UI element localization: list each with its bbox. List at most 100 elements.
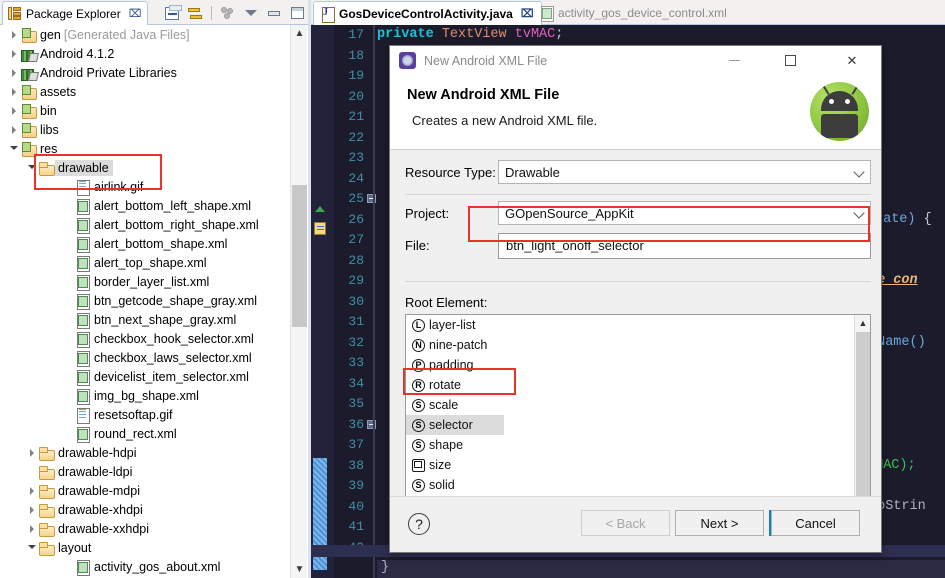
tab-activity-gos-device-control-xml[interactable]: activity_gos_device_control.xml <box>533 1 734 25</box>
tree-item-checkbox-laws-selector-xml[interactable]: checkbox_laws_selector.xml <box>0 348 294 367</box>
new-android-xml-file-dialog[interactable]: New Android XML File ✕ New Android XML F… <box>389 45 882 553</box>
chevron-right-icon[interactable] <box>8 85 21 98</box>
tree-item-btn-getcode-shape-gray-xml[interactable]: btn_getcode_shape_gray.xml <box>0 291 294 310</box>
help-icon[interactable]: ? <box>408 513 430 535</box>
chevron-right-icon[interactable] <box>8 47 21 60</box>
view-menu-dots-icon[interactable] <box>218 4 238 23</box>
project-combo[interactable]: GOpenSource_AppKit <box>498 201 871 225</box>
tab-package-explorer[interactable]: Package Explorer ⌧ <box>2 1 149 25</box>
toolbar-separator <box>211 6 212 20</box>
editor-annotation-gutter[interactable] <box>311 25 334 578</box>
chevron-right-icon[interactable] <box>8 123 21 136</box>
minimize-icon[interactable] <box>713 46 755 75</box>
root-element-item-rotate[interactable]: Rrotate <box>406 375 870 395</box>
root-element-item-shape[interactable]: Sshape <box>406 435 870 455</box>
eclipse-wizard-icon <box>399 52 416 69</box>
view-menu-caret-icon[interactable] <box>241 4 261 23</box>
next-button[interactable]: Next > <box>675 510 764 536</box>
tree-scrollbar-thumb[interactable] <box>292 185 307 327</box>
tree-item-libs[interactable]: libs <box>0 120 294 139</box>
collapse-marker-icon[interactable] <box>315 206 325 212</box>
chevron-down-icon[interactable] <box>26 161 39 174</box>
xml-file-icon <box>75 217 90 234</box>
tree-item-label: gen <box>40 27 61 42</box>
root-element-item-selector[interactable]: Sselector <box>406 415 504 435</box>
tree-item-gen[interactable]: gen [Generated Java Files] <box>0 25 294 44</box>
tree-item-android-4-1-2[interactable]: Android 4.1.2 <box>0 44 294 63</box>
chevron-right-icon[interactable] <box>26 484 39 497</box>
cancel-button[interactable]: Cancel <box>771 510 860 536</box>
tree-item-layout[interactable]: layout <box>0 538 294 557</box>
scroll-down-icon[interactable]: ▼ <box>291 561 308 578</box>
tree-item-res[interactable]: res <box>0 139 294 158</box>
tree-item-alert-bottom-right-shape-xml[interactable]: alert_bottom_right_shape.xml <box>0 215 294 234</box>
tree-item-checkbox-hook-selector-xml[interactable]: checkbox_hook_selector.xml <box>0 329 294 348</box>
tree-item-border-layer-list-xml[interactable]: border_layer_list.xml <box>0 272 294 291</box>
tab-gosdevicecontrolactivity-java[interactable]: GosDeviceControlActivity.java ⌧ <box>313 1 542 25</box>
back-button[interactable]: < Back <box>581 510 670 536</box>
tree-item-drawable-xxhdpi[interactable]: drawable-xxhdpi <box>0 519 294 538</box>
root-list-scrollbar-thumb[interactable] <box>856 332 870 508</box>
chevron-down-icon[interactable] <box>8 142 21 155</box>
element-badge-icon: S <box>412 398 425 412</box>
scroll-up-icon[interactable]: ▲ <box>855 315 871 331</box>
file-icon <box>75 179 90 196</box>
tree-item-alert-bottom-shape-xml[interactable]: alert_bottom_shape.xml <box>0 234 294 253</box>
root-element-item-layer-list[interactable]: Llayer-list <box>406 315 870 335</box>
close-icon[interactable]: ⌧ <box>129 7 142 20</box>
tree-item-resetsoftap-gif[interactable]: resetsoftap.gif <box>0 405 294 424</box>
chevron-right-icon[interactable] <box>26 503 39 516</box>
tree-item-bin[interactable]: bin <box>0 101 294 120</box>
tree-item-alert-bottom-left-shape-xml[interactable]: alert_bottom_left_shape.xml <box>0 196 294 215</box>
project-tree[interactable]: gen [Generated Java Files] Android 4.1.2 An… <box>0 25 294 578</box>
minimize-icon[interactable] <box>264 4 284 23</box>
dialog-titlebar[interactable]: New Android XML File ✕ <box>390 46 881 75</box>
maximize-icon[interactable] <box>769 46 811 75</box>
chevron-right-icon[interactable] <box>26 522 39 535</box>
tree-item-drawable-xhdpi[interactable]: drawable-xhdpi <box>0 500 294 519</box>
dialog-header: New Android XML File Creates a new Andro… <box>390 75 881 150</box>
chevron-right-icon[interactable] <box>26 446 39 459</box>
tree-item-label: btn_getcode_shape_gray.xml <box>94 293 258 308</box>
chevron-right-icon[interactable] <box>8 104 21 117</box>
collapse-all-icon[interactable] <box>162 4 182 23</box>
screen-root: Package Explorer ⌧ gen [Generated Java Fi… <box>0 0 945 578</box>
tree-item-activity-gos-about-xml[interactable]: activity_gos_about.xml <box>0 557 294 576</box>
chevron-down-icon[interactable] <box>26 541 39 554</box>
root-element-item-size[interactable]: size <box>406 455 870 475</box>
file-name-input[interactable]: btn_light_onoff_selector <box>498 233 871 259</box>
tree-item-drawable-mdpi[interactable]: drawable-mdpi <box>0 481 294 500</box>
chevron-right-icon[interactable] <box>8 28 21 41</box>
root-element-item-solid[interactable]: Ssolid <box>406 475 870 495</box>
tree-item-drawable-ldpi[interactable]: drawable-ldpi <box>0 462 294 481</box>
maximize-icon[interactable] <box>287 4 307 23</box>
close-icon[interactable]: ✕ <box>831 46 873 75</box>
folder-icon <box>39 484 55 499</box>
resource-type-combo[interactable]: Drawable <box>498 160 871 184</box>
root-element-items[interactable]: Llayer-list Nnine-patch Ppadding Rrotate Ssc… <box>406 315 870 515</box>
tree-item-img-bg-shape-xml[interactable]: img_bg_shape.xml <box>0 386 294 405</box>
tree-item-assets[interactable]: assets <box>0 82 294 101</box>
tree-item-round-rect-xml[interactable]: round_rect.xml <box>0 424 294 443</box>
root-element-item-scale[interactable]: Sscale <box>406 395 870 415</box>
close-icon[interactable]: ⌧ <box>521 7 534 20</box>
root-element-item-nine-patch[interactable]: Nnine-patch <box>406 335 870 355</box>
scroll-up-icon[interactable]: ▲ <box>291 25 308 42</box>
tree-item-drawable-hdpi[interactable]: drawable-hdpi <box>0 443 294 462</box>
code-line-41: } <box>381 560 390 575</box>
chevron-right-icon[interactable] <box>8 66 21 79</box>
tree-item-alert-top-shape-xml[interactable]: alert_top_shape.xml <box>0 253 294 272</box>
tree-item-btn-next-shape-gray-xml[interactable]: btn_next_shape_gray.xml <box>0 310 294 329</box>
tree-item-devicelist-item-selector-xml[interactable]: devicelist_item_selector.xml <box>0 367 294 386</box>
link-with-editor-icon[interactable] <box>185 4 205 23</box>
todo-marker-icon[interactable] <box>314 222 326 235</box>
root-element-item-padding[interactable]: Ppadding <box>406 355 870 375</box>
tree-item-label: drawable-ldpi <box>58 464 133 479</box>
tree-item-android-private-libraries[interactable]: Android Private Libraries <box>0 63 294 82</box>
tree-item-drawable[interactable]: drawable <box>0 158 294 177</box>
tree-vertical-scrollbar[interactable]: ▲ ▼ <box>290 25 307 578</box>
tree-item-airlink-gif[interactable]: airlink.gif <box>0 177 294 196</box>
